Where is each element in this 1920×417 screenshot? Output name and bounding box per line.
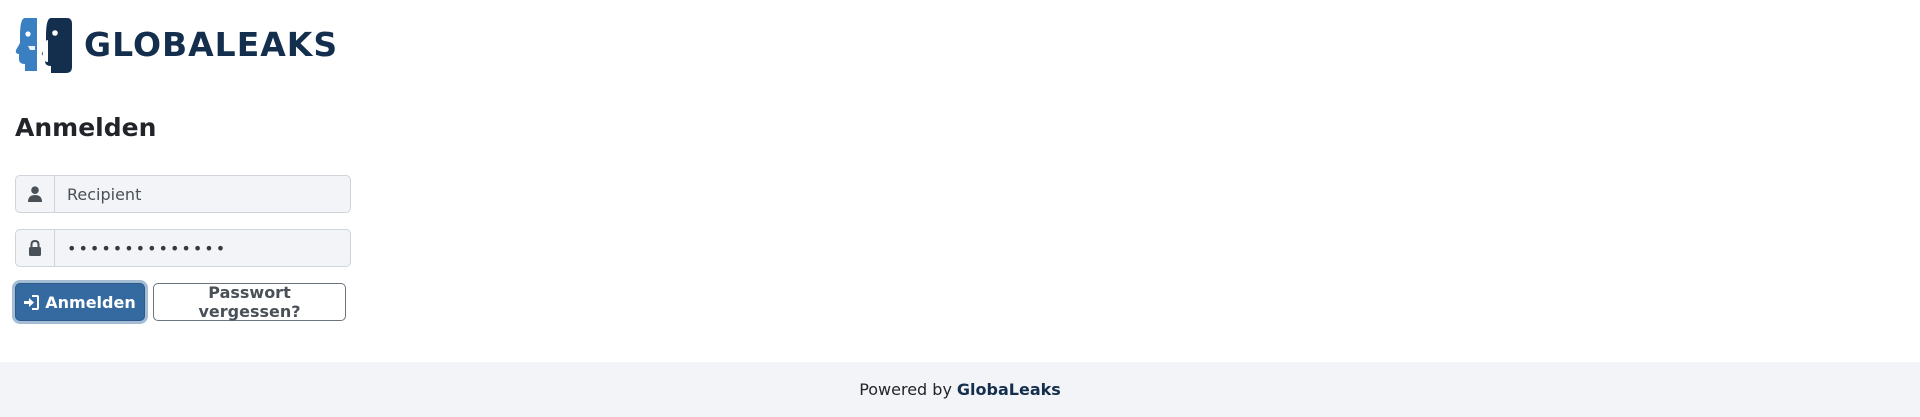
footer: Powered by GlobaLeaks bbox=[0, 362, 1920, 417]
globaleaks-faces-icon bbox=[15, 18, 72, 73]
footer-prefix: Powered by bbox=[859, 380, 952, 399]
login-button[interactable]: Anmelden bbox=[15, 283, 145, 321]
username-addon bbox=[15, 175, 55, 213]
lock-icon bbox=[29, 240, 41, 256]
login-page: GLOBALEAKS Anmelden Anmelden Passwort ve… bbox=[0, 0, 1920, 417]
footer-brand-link[interactable]: GlobaLeaks bbox=[957, 380, 1061, 399]
forgot-password-label: Passwort vergessen? bbox=[198, 283, 301, 321]
password-group bbox=[15, 229, 351, 267]
login-button-label: Anmelden bbox=[45, 292, 136, 312]
password-addon bbox=[15, 229, 55, 267]
password-input[interactable] bbox=[55, 229, 351, 267]
username-input[interactable] bbox=[55, 175, 351, 213]
forgot-password-button[interactable]: Passwort vergessen? bbox=[153, 283, 346, 321]
sign-in-icon bbox=[24, 294, 40, 310]
user-icon bbox=[28, 186, 42, 202]
logo-text: GLOBALEAKS bbox=[84, 25, 339, 64]
page-title: Anmelden bbox=[15, 113, 157, 142]
logo[interactable]: GLOBALEAKS bbox=[15, 16, 338, 73]
username-group bbox=[15, 175, 351, 213]
